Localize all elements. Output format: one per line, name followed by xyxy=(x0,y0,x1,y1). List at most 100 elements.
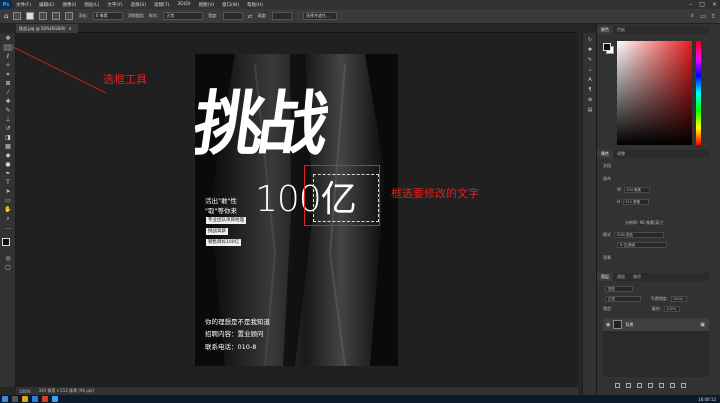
type-tool-icon[interactable]: T xyxy=(3,179,13,186)
libraries-icon[interactable]: ▤ xyxy=(586,107,594,114)
menu-filter[interactable]: 滤镜(T) xyxy=(150,2,173,8)
style-select[interactable]: 正常 xyxy=(163,12,204,20)
tab-properties[interactable]: 属性 xyxy=(597,150,613,158)
brush-tool-icon[interactable]: ✎ xyxy=(3,107,13,114)
menu-help[interactable]: 帮助(H) xyxy=(243,2,267,8)
menu-3d[interactable]: 3D(D) xyxy=(173,2,194,7)
feather-input[interactable]: 0 像素 xyxy=(92,12,123,20)
crop-tool-icon[interactable]: ⌗ xyxy=(3,71,13,78)
antialias-checkbox[interactable]: 消除锯齿 xyxy=(128,13,144,19)
menu-select[interactable]: 选择(S) xyxy=(127,2,150,8)
menu-layer[interactable]: 图层(L) xyxy=(80,2,103,8)
group-icon[interactable] xyxy=(659,382,664,388)
marquee-preset-icon[interactable] xyxy=(13,12,22,20)
height-input[interactable] xyxy=(271,12,292,20)
fx-icon[interactable] xyxy=(626,382,631,388)
healing-brush-icon[interactable]: ✚ xyxy=(3,98,13,105)
photoshop-taskbar-icon[interactable] xyxy=(52,396,58,402)
lasso-tool-icon[interactable]: ℓ xyxy=(3,53,13,60)
zoom-level[interactable]: 100% xyxy=(19,389,30,394)
path-select-icon[interactable]: ➤ xyxy=(3,188,13,195)
trash-icon[interactable] xyxy=(681,382,686,388)
close-icon[interactable]: × xyxy=(712,1,717,8)
tab-channels[interactable]: 通道 xyxy=(613,274,629,280)
canvas-width-input[interactable]: 334 像素 xyxy=(624,187,651,193)
menu-window[interactable]: 窗口(W) xyxy=(218,2,243,8)
fill-input[interactable]: 100% xyxy=(664,306,681,312)
width-input[interactable] xyxy=(222,12,243,20)
tab-paths[interactable]: 路径 xyxy=(629,274,645,280)
layer-thumbnail xyxy=(613,320,623,329)
link-layers-icon[interactable] xyxy=(615,382,620,388)
stamp-tool-icon[interactable]: ⊥ xyxy=(3,116,13,123)
dodge-tool-icon[interactable]: ● xyxy=(3,161,13,168)
shape-tool-icon[interactable]: ▭ xyxy=(3,197,13,204)
minimize-icon[interactable]: – xyxy=(689,1,692,8)
new-layer-icon[interactable] xyxy=(670,382,675,388)
search-icon[interactable]: ⌕ xyxy=(691,12,694,20)
eraser-tool-icon[interactable]: ◨ xyxy=(3,134,13,141)
depth-select[interactable]: 8 位/通道 xyxy=(617,242,667,248)
gradient-tool-icon[interactable]: ▦ xyxy=(3,143,13,150)
home-icon[interactable]: ⌂ xyxy=(4,12,8,20)
app-icon-red[interactable] xyxy=(42,396,48,402)
new-selection-icon[interactable] xyxy=(26,12,35,20)
brush-settings-icon[interactable]: ✱ xyxy=(586,47,594,54)
canvas-height-input[interactable]: 512 像素 xyxy=(623,199,650,205)
frame-tool-icon[interactable]: ⊠ xyxy=(3,80,13,87)
adjustment-layer-icon[interactable] xyxy=(648,382,653,388)
document-tab[interactable]: 挑战.jpg @ 50%(RGB/8) × xyxy=(16,24,78,33)
menu-image[interactable]: 图像(I) xyxy=(58,2,80,8)
character-icon[interactable]: A xyxy=(586,77,594,84)
eyedropper-icon[interactable]: ⁄ xyxy=(3,89,13,96)
start-icon[interactable] xyxy=(2,396,8,402)
menu-edit[interactable]: 编辑(E) xyxy=(35,2,58,8)
eye-icon[interactable]: ◉ xyxy=(606,322,610,328)
search-taskbar-icon[interactable] xyxy=(12,396,18,402)
move-tool-icon[interactable]: ✥ xyxy=(3,35,13,42)
tab-color[interactable]: 颜色 xyxy=(597,26,613,34)
brushes-icon[interactable]: ✎ xyxy=(586,57,594,64)
intersect-selection-icon[interactable] xyxy=(65,12,74,20)
tab-adjustments[interactable]: 调整 xyxy=(613,151,629,157)
foreground-color-swatch[interactable] xyxy=(2,238,10,246)
marquee-tool-icon[interactable]: ⬚ xyxy=(3,44,13,51)
history-brush-icon[interactable]: ↺ xyxy=(3,125,13,132)
quick-mask-icon[interactable]: ◎ xyxy=(3,255,13,262)
mode-select[interactable]: RGB 颜色 xyxy=(614,232,665,238)
magic-wand-icon[interactable]: ✧ xyxy=(3,62,13,69)
tab-swatches[interactable]: 色板 xyxy=(613,27,629,33)
add-selection-icon[interactable] xyxy=(39,12,48,20)
paragraph-icon[interactable]: ¶ xyxy=(586,87,594,94)
color-picker-field[interactable] xyxy=(617,41,692,145)
menu-type[interactable]: 文字(Y) xyxy=(103,2,126,8)
more-tools-icon[interactable]: … xyxy=(3,224,13,231)
subtract-selection-icon[interactable] xyxy=(52,12,61,20)
browser-icon[interactable] xyxy=(32,396,38,402)
hand-tool-icon[interactable]: ✋ xyxy=(3,206,13,213)
select-and-mask-button[interactable]: 选择并遮住... xyxy=(302,12,337,20)
clone-source-icon[interactable]: ⊥ xyxy=(586,67,594,74)
maximize-icon[interactable]: □ xyxy=(699,1,705,8)
close-tab-icon[interactable]: × xyxy=(69,26,72,31)
swap-icon[interactable]: ⇄ xyxy=(248,13,253,20)
hue-slider[interactable] xyxy=(696,41,701,145)
zoom-tool-icon[interactable]: ⌕ xyxy=(3,215,13,222)
blend-mode-select[interactable]: 正常 xyxy=(605,296,641,302)
workspace-icon[interactable]: ▭ xyxy=(700,13,706,20)
menu-file[interactable]: 文件(F) xyxy=(12,2,35,8)
pen-tool-icon[interactable]: ✒ xyxy=(3,170,13,177)
glyphs-icon[interactable]: ⊕ xyxy=(586,97,594,104)
add-mask-icon[interactable] xyxy=(637,382,642,388)
opacity-input[interactable]: 100% xyxy=(670,296,687,302)
share-icon[interactable]: ⇪ xyxy=(711,13,716,20)
explorer-icon[interactable] xyxy=(22,396,28,402)
layer-row-background[interactable]: ◉ 背景 ▣ xyxy=(603,318,709,331)
blur-tool-icon[interactable]: ◆ xyxy=(3,152,13,159)
tab-layers[interactable]: 图层 xyxy=(597,273,613,281)
screen-mode-icon[interactable]: ▢ xyxy=(3,264,13,271)
layer-kind-select[interactable]: 类型 xyxy=(605,286,633,292)
history-icon[interactable]: ↻ xyxy=(586,37,594,44)
panel-foreground-swatch[interactable] xyxy=(603,43,611,51)
menu-view[interactable]: 视图(V) xyxy=(195,2,219,8)
